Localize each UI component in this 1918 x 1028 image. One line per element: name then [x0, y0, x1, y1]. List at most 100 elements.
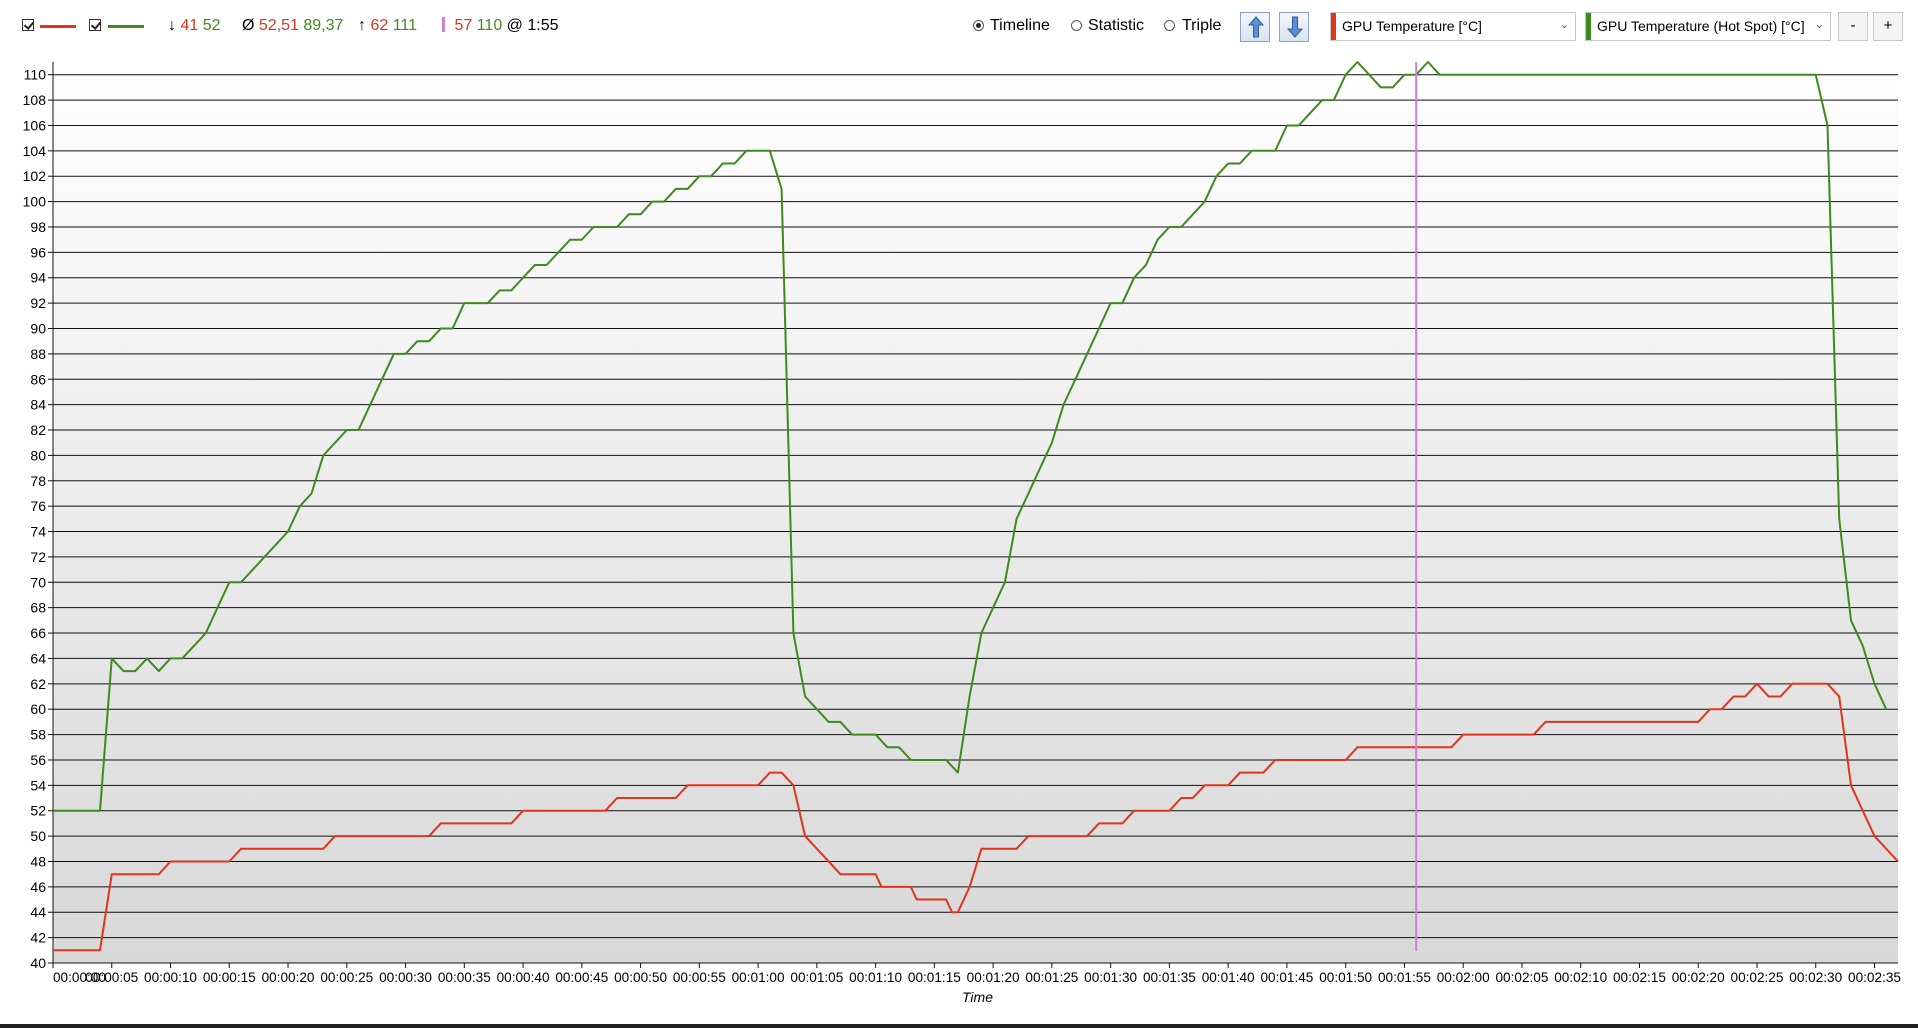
y-tick-label: 86 [30, 371, 46, 387]
y-tick-label: 96 [30, 244, 46, 260]
zoom-in-button[interactable]: + [1873, 12, 1903, 41]
timeline-label[interactable]: Timeline [990, 16, 1050, 36]
y-tick-label: 108 [23, 92, 47, 108]
series1-visible-checkbox[interactable] [22, 19, 34, 31]
statistic-label[interactable]: Statistic [1088, 16, 1144, 36]
y-tick-label: 48 [30, 853, 46, 869]
x-tick-label: 00:02:15 [1613, 970, 1666, 985]
x-tick-label: 00:00:25 [320, 970, 373, 985]
series1-color-swatch [40, 25, 76, 28]
y-tick-label: 58 [30, 727, 46, 743]
cursor-value-series2: 110 [476, 17, 503, 34]
move-up-button[interactable] [1240, 12, 1270, 42]
plot-area [53, 62, 1898, 963]
x-tick-label: 00:00:45 [555, 970, 608, 985]
avg-value-series2: 89,37 [303, 17, 344, 34]
min-stat: ↓ 41 52 [168, 16, 221, 36]
y-tick-label: 42 [30, 930, 46, 946]
x-tick-label: 00:02:20 [1672, 970, 1725, 985]
x-tick-label: 00:00:05 [85, 970, 138, 985]
min-value-series2: 52 [202, 17, 221, 34]
x-tick-label: 00:02:35 [1848, 970, 1901, 985]
y-tick-label: 110 [24, 67, 47, 83]
y-tick-label: 92 [30, 295, 46, 311]
x-tick-label: 00:00:15 [203, 970, 256, 985]
y-tick-label: 50 [30, 828, 46, 844]
x-tick-label: 00:00:40 [497, 970, 550, 985]
x-tick-label: 00:00:35 [438, 970, 491, 985]
y-tick-label: 102 [23, 168, 47, 184]
triple-radio[interactable] [1164, 20, 1175, 31]
x-tick-label: 00:01:10 [849, 970, 902, 985]
x-tick-label: 00:01:00 [732, 970, 785, 985]
y-tick-label: 60 [30, 701, 46, 717]
y-tick-label: 62 [30, 676, 46, 692]
x-tick-label: 00:00:30 [379, 970, 432, 985]
y-tick-label: 70 [30, 574, 46, 590]
sensor2-select[interactable]: GPU Temperature (Hot Spot) [°C] ⌄ [1585, 12, 1831, 41]
x-tick-label: 00:02:30 [1789, 970, 1842, 985]
statistic-radio[interactable] [1071, 20, 1082, 31]
max-value-series1: 62 [370, 17, 389, 34]
min-value-series1: 41 [180, 17, 199, 34]
x-tick-label: 00:00:50 [614, 970, 667, 985]
y-tick-label: 56 [30, 752, 46, 768]
x-tick-label: 00:01:55 [1378, 970, 1431, 985]
min-arrow-icon: ↓ [168, 17, 176, 34]
window-bottom-border [0, 1024, 1918, 1028]
x-tick-label: 00:00:20 [262, 970, 315, 985]
toolbar: ↓ 41 52 Ø 52,51 89,37 ↑ 62 111 57 110 @ … [0, 0, 1918, 52]
x-tick-label: 00:01:45 [1260, 970, 1313, 985]
avg-symbol: Ø [242, 17, 255, 34]
y-tick-label: 72 [30, 549, 46, 565]
series2-visible-checkbox[interactable] [89, 19, 101, 31]
sensor1-selected-value: GPU Temperature [°C] [1342, 18, 1482, 34]
y-tick-label: 54 [30, 777, 46, 793]
y-tick-label: 104 [23, 143, 47, 159]
y-tick-label: 44 [30, 904, 46, 920]
x-tick-label: 00:00:10 [144, 970, 197, 985]
x-tick-label: 00:01:35 [1143, 970, 1196, 985]
y-tick-label: 66 [30, 625, 46, 641]
timeline-radio[interactable] [973, 20, 984, 31]
avg-stat: Ø 52,51 89,37 [242, 16, 343, 36]
cursor-stat: 57 110 @ 1:55 [442, 16, 559, 36]
y-tick-label: 84 [30, 397, 46, 413]
x-tick-label: 00:02:10 [1554, 970, 1607, 985]
max-arrow-icon: ↑ [358, 17, 366, 34]
move-down-button[interactable] [1279, 12, 1309, 42]
x-tick-label: 00:01:50 [1319, 970, 1372, 985]
x-tick-label: 00:00:55 [673, 970, 726, 985]
chevron-down-icon: ⌄ [1814, 19, 1824, 31]
x-tick-label: 00:01:15 [908, 970, 961, 985]
sensor1-color-bar [1331, 13, 1336, 40]
y-tick-label: 90 [30, 320, 46, 336]
zoom-out-button[interactable]: - [1838, 12, 1868, 41]
x-tick-label: 00:01:20 [967, 970, 1020, 985]
cursor-marker-icon [442, 17, 445, 32]
x-tick-label: 00:02:25 [1731, 970, 1784, 985]
arrow-down-icon [1287, 16, 1303, 38]
max-value-series2: 111 [392, 17, 418, 34]
y-tick-label: 82 [30, 422, 46, 438]
x-tick-label: 00:01:25 [1025, 970, 1078, 985]
x-axis: 00:00:0000:00:05 00:00:10 00:00:15 00:00:20… [52, 963, 1901, 985]
sensor1-select[interactable]: GPU Temperature [°C] ⌄ [1330, 12, 1576, 41]
series2-color-swatch [108, 25, 144, 28]
y-tick-label: 68 [30, 600, 46, 616]
y-tick-label: 78 [30, 473, 46, 489]
y-tick-label: 76 [30, 498, 46, 514]
triple-label[interactable]: Triple [1182, 16, 1221, 36]
chevron-down-icon: ⌄ [1559, 19, 1569, 31]
y-tick-label: 46 [30, 879, 46, 895]
cursor-time: @ 1:55 [506, 17, 559, 34]
x-tick-label: 00:02:05 [1495, 970, 1548, 985]
y-tick-label: 64 [30, 650, 46, 666]
x-tick-label: 00:01:40 [1202, 970, 1255, 985]
arrow-up-icon [1248, 16, 1264, 38]
y-tick-label: 74 [30, 524, 46, 540]
max-stat: ↑ 62 111 [358, 16, 417, 36]
y-tick-label: 98 [30, 219, 46, 235]
y-tick-label: 100 [23, 194, 47, 210]
timeline-chart[interactable]: 40 42 44 46 48 50 52 54 56 58 60 62 64 66 68 70 72 74 76 78… [0, 52, 1918, 1022]
